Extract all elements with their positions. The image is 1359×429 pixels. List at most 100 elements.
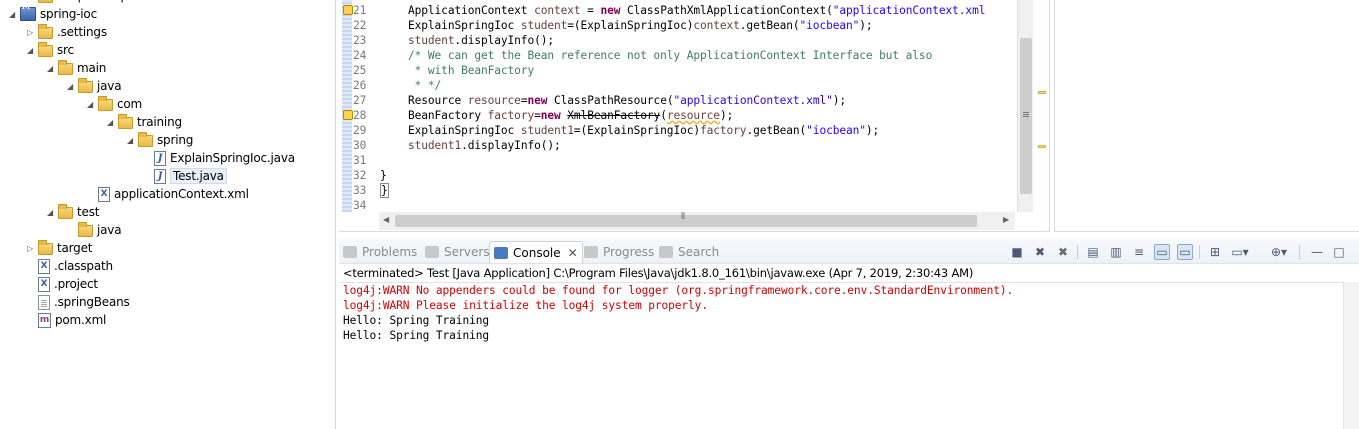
tree-item[interactable]: ◢ java	[64, 77, 122, 95]
tab-problems[interactable]: Problems	[343, 241, 417, 263]
code-line[interactable]: 32}	[339, 168, 1029, 183]
code-line[interactable]: 27 Resource resource=new ClassPathResourc…	[339, 93, 1029, 108]
display-selected-console-button[interactable]: ▭▾	[1231, 244, 1248, 260]
code-token: =(ExplainSpringIoc)	[573, 124, 700, 137]
tree-item-label: .project	[54, 277, 98, 291]
problems-icon	[343, 246, 357, 258]
remove-all-terminated-button[interactable]: ✖	[1055, 244, 1071, 260]
editor-vertical-scroll-thumb[interactable]	[1020, 38, 1032, 194]
code-line[interactable]: 23 student.displayInfo();	[339, 33, 1029, 48]
code-line[interactable]: 24 /* We can get the Bean reference not o…	[339, 48, 1029, 63]
terminate-button[interactable]: ■	[1009, 244, 1025, 260]
pin-console-button[interactable]: ⊞	[1207, 244, 1223, 260]
expand-open-icon[interactable]: ◢	[44, 62, 56, 74]
tree-item[interactable]: J ExplainSpringIoc.java	[140, 149, 295, 167]
overview-ruler[interactable]	[1035, 0, 1050, 212]
code-line[interactable]: 22 ExplainSpringIoc student=(ExplainSprin…	[339, 18, 1029, 33]
expand-open-icon[interactable]: ◢	[84, 98, 96, 110]
code-line[interactable]: 21 ApplicationContext context = new Class…	[339, 3, 1029, 18]
show-on-stderr-button[interactable]: ▭	[1177, 244, 1193, 260]
tree-item[interactable]: J Test.java	[140, 167, 227, 185]
expand-open-icon[interactable]: ◢	[6, 8, 18, 20]
console-output[interactable]: log4j:WARN No appenders could be found f…	[339, 282, 1343, 429]
scroll-lock-button[interactable]: ▥	[1108, 244, 1124, 260]
code-token: =(ExplainSpringIoc)	[567, 19, 694, 32]
tree-item[interactable]: ▷ target	[24, 239, 92, 257]
warning-marker[interactable]	[1038, 91, 1046, 94]
tree-item[interactable]: ◢ src	[24, 41, 74, 59]
code-line[interactable]: 29 ExplainSpringIoc student1=(ExplainSpri…	[339, 123, 1029, 138]
clear-console-button[interactable]: ▤	[1085, 244, 1101, 260]
tab-label: Servers	[444, 245, 490, 259]
code-line[interactable]: 25 * with BeanFactory	[339, 63, 1029, 78]
tree-item[interactable]: X .classpath	[24, 257, 113, 275]
tab-progress[interactable]: Progress	[584, 241, 654, 263]
tree-item[interactable]: m pom.xml	[24, 311, 106, 329]
code-line[interactable]: 33}	[339, 183, 1029, 198]
tree-item-label: spring-ioc	[40, 7, 97, 21]
tree-item-label: simplesetup	[57, 0, 128, 3]
minimize-button[interactable]: —	[1309, 244, 1325, 260]
tree-item[interactable]: ◢ main	[44, 59, 106, 77]
code-token: .getBean(	[746, 124, 807, 137]
expand-open-icon[interactable]: ◢	[64, 80, 76, 92]
warning-icon[interactable]	[343, 110, 353, 120]
code-token: new	[527, 94, 548, 107]
code-token: factory	[487, 109, 535, 122]
tab-console[interactable]: Console ✕	[489, 241, 583, 263]
tree-item[interactable]: ◢ spring	[124, 131, 193, 149]
tree-item[interactable]: ◢ training	[104, 113, 182, 131]
line-number: 32	[353, 169, 367, 182]
expand-closed-icon[interactable]: ▷	[24, 26, 36, 38]
maximize-button[interactable]: □	[1331, 244, 1347, 260]
view-tab-bar: Problems Servers Console ✕ Progress Search ■ ✖ ✖…	[339, 238, 1359, 264]
scroll-left-icon[interactable]: ◀	[383, 215, 389, 224]
editor-vertical-scrollbar[interactable]	[1017, 0, 1033, 212]
warning-marker[interactable]	[1038, 145, 1046, 148]
show-on-stdout-button[interactable]: ▭	[1154, 244, 1170, 260]
expand-closed-icon[interactable]: ▷	[24, 242, 36, 254]
scroll-right-icon[interactable]: ▶	[1003, 215, 1009, 224]
code-line[interactable]: 26 * */	[339, 78, 1029, 93]
tab-servers[interactable]: Servers	[425, 241, 490, 263]
code-token: }	[380, 183, 389, 198]
tree-item[interactable]: X .project	[24, 275, 98, 293]
tree-item[interactable]: XapplicationContext.xml	[84, 185, 249, 203]
tree-item[interactable]: ◢ com	[84, 95, 142, 113]
tree-item[interactable]: .springBeans	[24, 293, 130, 311]
toolbar-separator	[1299, 245, 1300, 259]
xml-icon: X	[38, 276, 50, 292]
code-text: }	[380, 183, 389, 198]
expand-open-icon[interactable]: ◢	[124, 134, 136, 146]
expand-open-icon[interactable]: ◢	[44, 206, 56, 218]
word-wrap-button[interactable]: ≡	[1131, 244, 1147, 260]
tree-item[interactable]: java	[64, 221, 122, 239]
warning-icon[interactable]	[343, 5, 353, 15]
tree-item[interactable]: ▷ .settings	[24, 23, 107, 41]
console-line: Hello: Spring Training	[343, 329, 489, 342]
code-line[interactable]: 30 student1.displayInfo();	[339, 138, 1029, 153]
close-icon[interactable]: ✕	[568, 246, 578, 260]
java-editor[interactable]: 21 ApplicationContext context = new Class…	[339, 0, 1050, 232]
code-token: =	[534, 109, 541, 122]
editor-horizontal-scroll-thumb[interactable]: ⦀	[395, 212, 977, 227]
tree-item[interactable]: ◢ test	[44, 203, 99, 221]
code-token: Resource	[408, 94, 468, 107]
code-line[interactable]: 31	[339, 153, 1029, 168]
tree-item[interactable]: ◢ spring-ioc	[6, 2, 97, 23]
plain-icon	[38, 294, 50, 310]
folder-icon	[38, 0, 53, 3]
remove-launch-button[interactable]: ✖	[1032, 244, 1048, 260]
tab-search[interactable]: Search	[659, 241, 719, 263]
expand-open-icon[interactable]: ◢	[24, 44, 36, 56]
console-vertical-scrollbar[interactable]	[1343, 282, 1359, 429]
open-console-button[interactable]: ⊕▾	[1271, 244, 1287, 260]
code-line[interactable]: 34	[339, 198, 1029, 213]
code-line[interactable]: 28 BeanFactory factory=new XmlBeanFactory…	[339, 108, 1029, 123]
editor-horizontal-scrollbar[interactable]: ◀ ⦀ ▶	[379, 212, 1015, 230]
expand-open-icon[interactable]: ◢	[104, 116, 116, 128]
code-token: .displayInfo();	[454, 34, 554, 47]
line-number: 28	[353, 109, 367, 122]
folder-icon	[38, 24, 53, 39]
